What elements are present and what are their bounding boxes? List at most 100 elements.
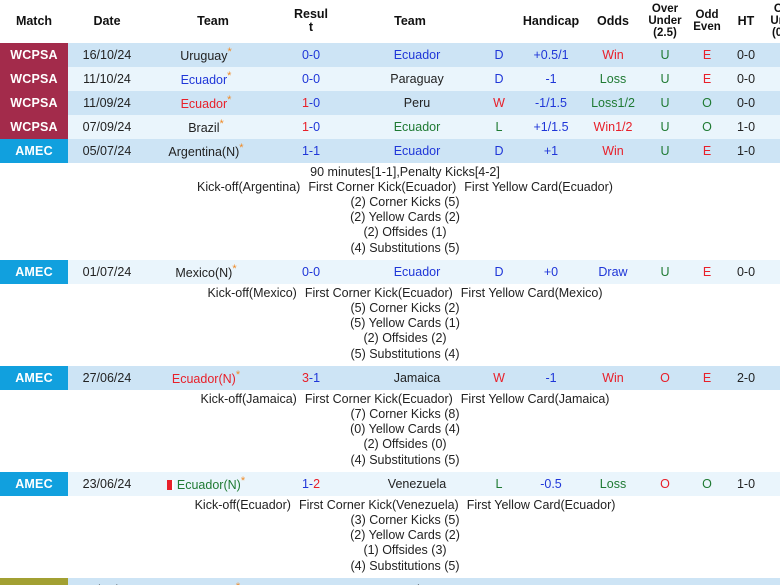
score: 0-0: [302, 48, 320, 62]
table-row[interactable]: AMEC 05/07/24 Argentina(N)* 1-1 Ecuador D +1 Wi…: [0, 138, 780, 163]
home-team-cell[interactable]: Mexico(N)*: [146, 259, 280, 284]
away-team-cell[interactable]: Ecuador: [342, 138, 478, 163]
home-team-cell[interactable]: Argentina(N)*: [146, 138, 280, 163]
half-time-score: 1-0: [728, 114, 764, 139]
table-row[interactable]: AMEC 01/07/24 Mexico(N)* 0-0 Ecuador D +0 Draw U…: [0, 259, 780, 284]
competition-cell[interactable]: WCPSA: [0, 42, 68, 67]
competition-badge[interactable]: AMEC: [0, 471, 68, 496]
away-team-name[interactable]: Venezuela: [388, 477, 446, 491]
home-team-cell[interactable]: Ecuador(N)*: [146, 471, 280, 496]
competition-cell[interactable]: WCPSA: [0, 90, 68, 115]
col-header-ht[interactable]: HT: [728, 0, 764, 43]
neutral-venue-star-icon: *: [227, 93, 232, 106]
col-header-date[interactable]: Date: [68, 0, 146, 43]
odd-even-value: E: [686, 66, 728, 91]
col-header-match[interactable]: Match: [0, 0, 68, 43]
home-team-cell[interactable]: Ecuador(N)*: [146, 365, 280, 390]
competition-cell[interactable]: WCPSA: [0, 114, 68, 139]
competition-cell[interactable]: INTERF: [0, 577, 68, 585]
away-team-cell[interactable]: Ecuador: [342, 259, 478, 284]
away-team-cell[interactable]: Venezuela: [342, 471, 478, 496]
result-cell: 0-0: [280, 66, 342, 91]
win-draw-loss: D: [478, 259, 520, 284]
competition-badge[interactable]: WCPSA: [0, 114, 68, 139]
handicap-value: +0.5/1: [520, 42, 582, 67]
col-header-handicap[interactable]: Handicap: [520, 0, 582, 43]
odd-even-value: O: [686, 471, 728, 496]
home-team-cell[interactable]: Ecuador*: [146, 66, 280, 91]
competition-badge[interactable]: WCPSA: [0, 42, 68, 67]
win-draw-loss: L: [478, 114, 520, 139]
competition-badge[interactable]: AMEC: [0, 259, 68, 284]
away-team-cell[interactable]: Peru: [342, 90, 478, 115]
away-team-cell[interactable]: Ecuador: [342, 114, 478, 139]
away-team-cell[interactable]: Paraguay: [342, 66, 478, 91]
home-team-name[interactable]: Ecuador: [181, 97, 228, 111]
competition-cell[interactable]: AMEC: [0, 138, 68, 163]
competition-badge[interactable]: AMEC: [0, 138, 68, 163]
competition-badge[interactable]: INTERF: [0, 577, 68, 585]
table-row[interactable]: WCPSA 07/09/24 Brazil* 1-0 Ecuador L +1/1.5 Win…: [0, 114, 780, 139]
away-team-name[interactable]: Ecuador: [394, 265, 441, 279]
home-team-name[interactable]: Brazil: [188, 121, 219, 135]
table-row[interactable]: INTERF17/06/24Ecuador(N)*2-1HondurasW-1.…: [0, 577, 780, 585]
col-header-team-home[interactable]: Team: [146, 0, 280, 43]
col-header-odd-even[interactable]: Odd Even: [686, 0, 728, 43]
half-time-score: 2-0: [728, 365, 764, 390]
table-row[interactable]: AMEC 23/06/24 Ecuador(N)* 1-2 Venezuela L -0.5…: [0, 471, 780, 496]
away-team-name[interactable]: Ecuador: [394, 120, 441, 134]
table-row[interactable]: WCPSA 11/10/24 Ecuador* 0-0 Paraguay D -1 Loss U…: [0, 66, 780, 91]
detail-substitutions: (4) Substitutions (5): [350, 240, 460, 255]
score: 0-0: [302, 265, 320, 279]
detail-first-corner: First Corner Kick(Ecuador): [304, 391, 453, 406]
half-time-score: 0-0: [728, 42, 764, 67]
home-team-name[interactable]: Ecuador: [181, 73, 228, 87]
home-team-cell[interactable]: Ecuador*: [146, 90, 280, 115]
win-draw-loss: W: [478, 365, 520, 390]
away-team-name[interactable]: Jamaica: [394, 371, 441, 385]
home-team-cell[interactable]: Brazil*: [146, 114, 280, 139]
score-away: 0: [313, 119, 321, 134]
table-row[interactable]: WCPSA 11/09/24 Ecuador* 1-0 Peru W -1/1.5 Loss1…: [0, 90, 780, 115]
handicap-value: +0: [520, 259, 582, 284]
away-team-name[interactable]: Ecuador: [394, 48, 441, 62]
col-header-over-under-25[interactable]: Over Under (2.5): [644, 0, 686, 43]
home-team-name[interactable]: Ecuador(N): [177, 478, 241, 492]
handicap-value: -1: [520, 365, 582, 390]
competition-badge[interactable]: AMEC: [0, 365, 68, 390]
away-team-cell[interactable]: Ecuador: [342, 42, 478, 67]
score: 0-0: [302, 72, 320, 86]
away-team-name[interactable]: Peru: [404, 96, 430, 110]
away-team-cell[interactable]: Honduras: [342, 577, 478, 585]
col-header-result[interactable]: Resul t: [280, 0, 342, 43]
competition-cell[interactable]: AMEC: [0, 259, 68, 284]
neutral-venue-star-icon: *: [219, 117, 224, 130]
away-team-name[interactable]: Ecuador: [394, 144, 441, 158]
home-team-name[interactable]: Ecuador(N): [172, 372, 236, 386]
col-header-odds[interactable]: Odds: [582, 0, 644, 43]
home-team-cell[interactable]: Uruguay*: [146, 42, 280, 67]
home-team-name[interactable]: Argentina(N): [168, 145, 239, 159]
away-team-name[interactable]: Paraguay: [390, 72, 444, 86]
detail-first-yellow: First Yellow Card(Jamaica): [460, 391, 610, 406]
away-team-cell[interactable]: Jamaica: [342, 365, 478, 390]
competition-badge[interactable]: WCPSA: [0, 66, 68, 91]
score-away: 1: [313, 143, 321, 158]
competition-badge[interactable]: WCPSA: [0, 90, 68, 115]
match-date: 01/07/24: [68, 259, 146, 284]
home-team-cell[interactable]: Ecuador(N)*: [146, 577, 280, 585]
col-header-team-away[interactable]: Team: [342, 0, 478, 43]
table-row[interactable]: WCPSA 16/10/24 Uruguay* 0-0 Ecuador D +0.5/1 Wi…: [0, 42, 780, 67]
competition-cell[interactable]: AMEC: [0, 471, 68, 496]
ou25-line3: (2.5): [653, 27, 677, 40]
detail-yellow-cards: (5) Yellow Cards (1): [350, 316, 460, 331]
match-detail-cell: Kick-off(Ecuador) First Corner Kick(Venez…: [0, 495, 780, 578]
competition-cell[interactable]: WCPSA: [0, 66, 68, 91]
match-date: 11/09/24: [68, 90, 146, 115]
competition-cell[interactable]: AMEC: [0, 365, 68, 390]
detail-first-corner: First Corner Kick(Venezuela): [298, 497, 459, 512]
col-header-over-under-075[interactable]: Over Under (0.75): [764, 0, 780, 43]
home-team-name[interactable]: Uruguay: [180, 49, 227, 63]
home-team-name[interactable]: Mexico(N): [175, 266, 232, 280]
table-row[interactable]: AMEC 27/06/24 Ecuador(N)* 3-1 Jamaica W -1 Win O…: [0, 365, 780, 390]
